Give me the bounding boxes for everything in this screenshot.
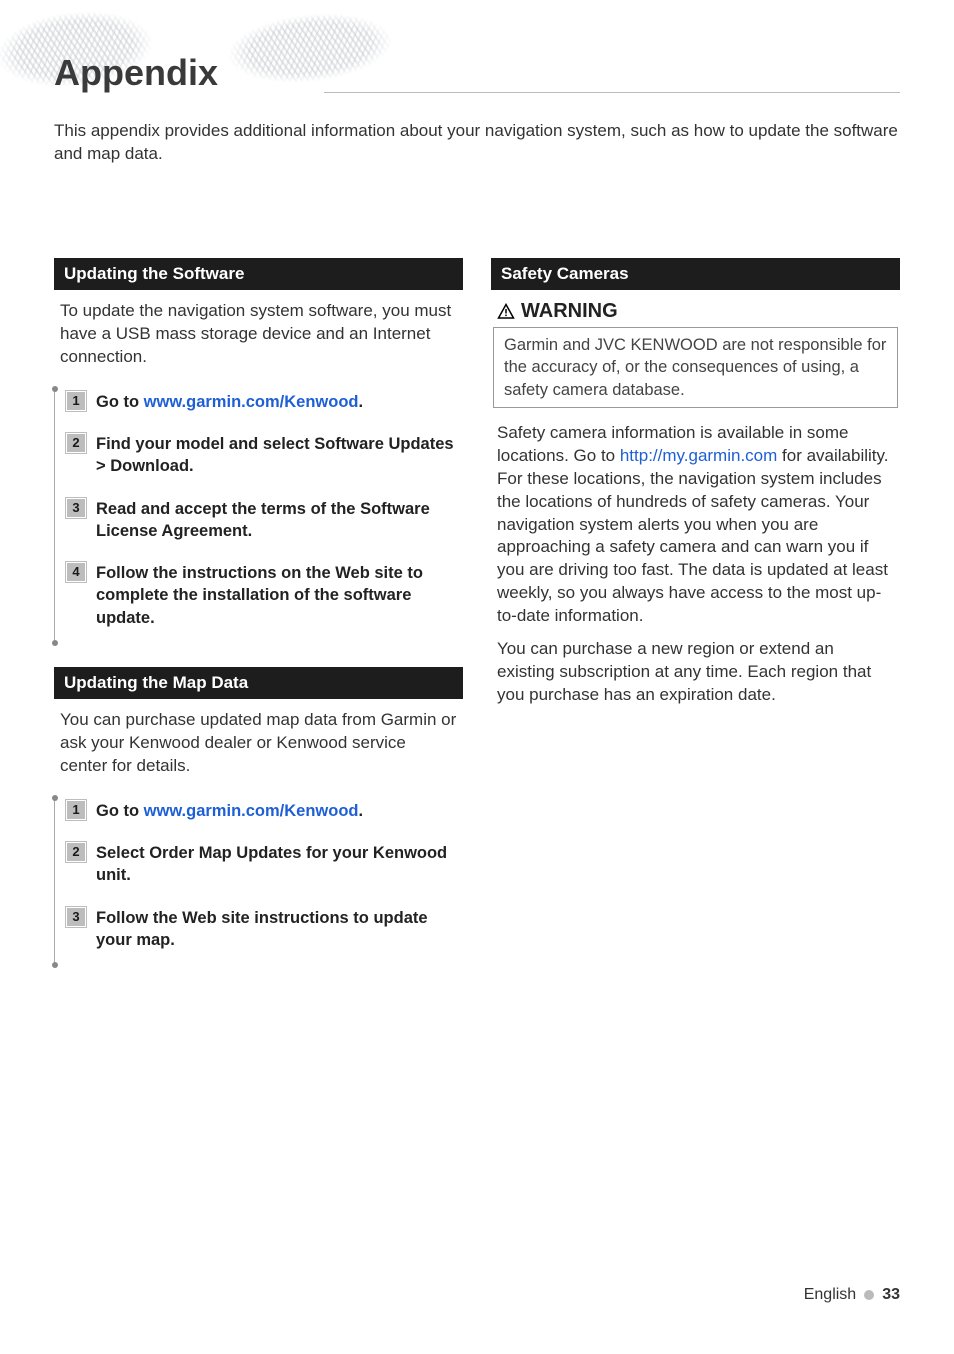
- step-item: 2 Select Order Map Updates for your Kenw…: [54, 836, 463, 901]
- steps-list: 1 Go to www.garmin.com/Kenwood. 2 Find y…: [54, 385, 463, 643]
- step-item: 2 Find your model and select Software Up…: [54, 427, 463, 492]
- step-item: 3 Follow the Web site instructions to up…: [54, 901, 463, 966]
- para-text-post: for availability. For these locations, t…: [497, 446, 888, 626]
- step-item: 3 Read and accept the terms of the Softw…: [54, 492, 463, 557]
- footer-language: English: [804, 1286, 856, 1304]
- title-divider: [324, 92, 900, 93]
- steps-list: 1 Go to www.garmin.com/Kenwood. 2 Select…: [54, 794, 463, 965]
- left-column: Updating the Software To update the navi…: [54, 258, 463, 989]
- section-heading-safety-cameras: Safety Cameras: [491, 258, 900, 290]
- intro-text: This appendix provides additional inform…: [54, 120, 900, 166]
- warning-icon: [497, 303, 515, 321]
- step-number: 1: [66, 391, 86, 411]
- step-number: 2: [66, 433, 86, 453]
- step-text: Find your model and select Software Upda…: [96, 435, 454, 475]
- warning-box: Garmin and JVC KENWOOD are not responsib…: [493, 327, 898, 408]
- step-link[interactable]: www.garmin.com/Kenwood: [144, 802, 359, 820]
- step-text-prefix: Go to: [96, 393, 144, 411]
- section-intro: To update the navigation system software…: [54, 300, 463, 369]
- step-number: 3: [66, 498, 86, 518]
- step-number: 4: [66, 562, 86, 582]
- footer-bullet-icon: [864, 1290, 874, 1300]
- step-text-prefix: Go to: [96, 802, 144, 820]
- step-text: Follow the Web site instructions to upda…: [96, 909, 428, 949]
- step-link[interactable]: www.garmin.com/Kenwood: [144, 393, 359, 411]
- paragraph: You can purchase a new region or extend …: [491, 638, 900, 707]
- paragraph: Safety camera information is available i…: [491, 422, 900, 628]
- warning-label: WARNING: [521, 300, 618, 323]
- step-item: 4 Follow the instructions on the Web sit…: [54, 556, 463, 643]
- step-number: 1: [66, 800, 86, 820]
- step-text-suffix: .: [358, 802, 363, 820]
- step-text-suffix: .: [358, 393, 363, 411]
- page-footer: English 33: [804, 1286, 900, 1304]
- section-intro: You can purchase updated map data from G…: [54, 709, 463, 778]
- warning-heading: WARNING: [491, 300, 900, 323]
- section-heading-updating-map: Updating the Map Data: [54, 667, 463, 699]
- step-number: 3: [66, 907, 86, 927]
- step-text: Follow the instructions on the Web site …: [96, 564, 423, 627]
- page-title: Appendix: [54, 52, 218, 94]
- step-item: 1 Go to www.garmin.com/Kenwood.: [54, 794, 463, 836]
- paragraph-link[interactable]: http://my.garmin.com: [620, 446, 777, 465]
- section-heading-updating-software: Updating the Software: [54, 258, 463, 290]
- step-text: Select Order Map Updates for your Kenwoo…: [96, 844, 447, 884]
- step-item: 1 Go to www.garmin.com/Kenwood.: [54, 385, 463, 427]
- step-text: Read and accept the terms of the Softwar…: [96, 500, 430, 540]
- right-column: Safety Cameras WARNING Garmin and JVC KE…: [491, 258, 900, 989]
- step-number: 2: [66, 842, 86, 862]
- footer-page-number: 33: [882, 1286, 900, 1304]
- content-columns: Updating the Software To update the navi…: [54, 258, 900, 989]
